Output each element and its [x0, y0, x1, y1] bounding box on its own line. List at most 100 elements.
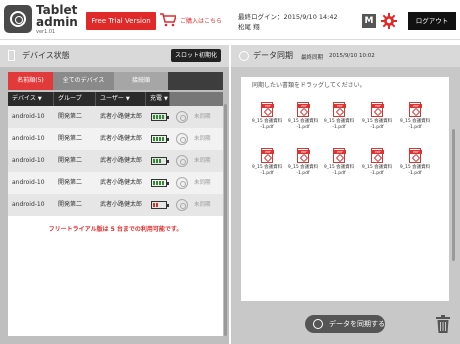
- last-login-text: 最終ログイン：2015/9/10 14:42: [238, 13, 338, 21]
- col-device-label: デバイス: [12, 95, 36, 102]
- purchase-link[interactable]: ご購入はこちら: [160, 11, 223, 31]
- col-battery[interactable]: 充電 ▼: [146, 92, 170, 106]
- user-name: 松尾 翔: [238, 23, 260, 31]
- table-row[interactable]: android-10 開発第二 武者小路健太郎 未同期: [8, 194, 223, 216]
- m-button[interactable]: M: [362, 14, 376, 28]
- tablet-icon: [8, 50, 15, 61]
- battery-icon: [151, 135, 169, 143]
- pdf-file[interactable]: PDF 9_15 会議資料 -1.pdf: [288, 148, 318, 188]
- trial-notice: フリートライアル版は 5 台までの利用可能です。: [48, 226, 183, 233]
- sync-icon: [313, 319, 323, 329]
- user-name-cell: 武者小路健太郎: [100, 113, 143, 120]
- user-name-cell: 武者小路健太郎: [100, 135, 143, 142]
- pdf-file[interactable]: PDF 9_15 会議資料 -1.pdf: [324, 148, 354, 188]
- pdf-file[interactable]: PDF 9_15 会議資料 -1.pdf: [362, 148, 392, 188]
- data-sync-panel: データ同期 最終同期 2015/9/10 10:02 同期したい書類をドラッグし…: [231, 45, 460, 344]
- sync-data-button[interactable]: データを同期する: [305, 315, 385, 333]
- drop-instruction: 同期したい書類をドラッグしてください。: [252, 82, 366, 89]
- user-name-cell: 武者小路健太郎: [100, 179, 143, 186]
- gear-icon[interactable]: [381, 13, 397, 29]
- file-name: 9_15 会議資料 -1.pdf: [251, 165, 283, 176]
- pdf-icon: PDF: [409, 148, 422, 163]
- pdf-icon: PDF: [297, 102, 310, 117]
- col-user-label: ユーザー: [100, 95, 124, 102]
- pdf-icon: PDF: [371, 148, 384, 163]
- pdf-file[interactable]: PDF 9_15 会議資料 -1.pdf: [252, 102, 282, 142]
- pdf-icon: PDF: [409, 102, 422, 117]
- device-name: android-10: [12, 113, 45, 120]
- device-table: デバイス ▼ グループ ユーザー ▼ 充電 ▼ android-10 開発第二 武者小路健…: [8, 92, 223, 336]
- col-user[interactable]: ユーザー ▼: [96, 92, 146, 106]
- group-name: 開発第二: [58, 135, 83, 142]
- file-name: 9_15 会議資料 -1.pdf: [323, 165, 355, 176]
- logout-button[interactable]: ログアウト: [408, 12, 456, 30]
- pdf-file[interactable]: PDF 9_15 会議資料 -1.pdf: [400, 102, 430, 142]
- battery-icon: [151, 113, 169, 121]
- sync-status-icon: [176, 177, 188, 189]
- app-header: Tablet admin ver1.01 Free Trial Version …: [0, 0, 460, 40]
- table-row[interactable]: android-10 開発第二 武者小路健太郎 未同期: [8, 128, 223, 150]
- device-status-title: デバイス状態: [22, 51, 70, 60]
- sort-icon: ▼: [164, 96, 168, 102]
- sync-button-label: データを同期する: [329, 320, 385, 328]
- purchase-label: ご購入はこちら: [180, 18, 223, 25]
- pdf-icon: PDF: [261, 148, 274, 163]
- group-name: 開発第二: [58, 113, 83, 120]
- pdf-icon: PDF: [333, 102, 346, 117]
- version-label: ver1.01: [36, 29, 56, 35]
- device-name: android-10: [12, 157, 45, 164]
- notice-area: フリートライアル版は 5 台までの利用可能です。: [8, 216, 223, 336]
- table-row[interactable]: android-10 開発第二 武者小路健太郎 未同期: [8, 106, 223, 128]
- tab-name-order[interactable]: 名前順(5): [8, 72, 53, 90]
- sync-status: 未同期: [194, 114, 211, 120]
- col-group-label: グループ: [58, 95, 82, 102]
- sync-status-icon: [176, 133, 188, 145]
- user-name-cell: 武者小路健太郎: [100, 157, 143, 164]
- battery-icon: [151, 157, 169, 165]
- table-row[interactable]: android-10 開発第二 武者小路健太郎 未同期: [8, 172, 223, 194]
- tab-empty[interactable]: [168, 72, 223, 90]
- device-status-panel: デバイス状態 スロット初期化 名前順(5) 全てのデバイス 接続順 デバイス ▼ …: [0, 45, 229, 344]
- drop-zone[interactable]: 同期したい書類をドラッグしてください。 PDF 9_15 会議資料 -1.pdf PD…: [241, 77, 455, 301]
- tab-connection-order[interactable]: 接続順: [114, 72, 168, 90]
- sync-status: 未同期: [194, 158, 211, 164]
- device-tabs: 名前順(5) 全てのデバイス 接続順: [8, 72, 223, 90]
- free-trial-button[interactable]: Free Trial Version: [86, 12, 156, 30]
- file-name: 9_15 会議資料 -1.pdf: [251, 119, 283, 130]
- sync-status: 未同期: [194, 202, 211, 208]
- table-header: デバイス ▼ グループ ユーザー ▼ 充電 ▼: [8, 92, 223, 106]
- login-info: 最終ログイン：2015/9/10 14:42 松尾 翔: [238, 12, 338, 32]
- sync-status-icon: [176, 111, 188, 123]
- tab-all-devices[interactable]: 全てのデバイス: [53, 72, 114, 90]
- pdf-icon: PDF: [333, 148, 346, 163]
- pdf-file[interactable]: PDF 9_15 会議資料 -1.pdf: [288, 102, 318, 142]
- file-name: 9_15 会議資料 -1.pdf: [287, 165, 319, 176]
- pdf-file[interactable]: PDF 9_15 会議資料 -1.pdf: [400, 148, 430, 188]
- group-name: 開発第二: [58, 201, 83, 208]
- pdf-icon: PDF: [297, 148, 310, 163]
- sync-status: 未同期: [194, 136, 211, 142]
- slot-reset-button[interactable]: スロット初期化: [171, 49, 221, 62]
- file-name: 9_15 会議資料 -1.pdf: [323, 119, 355, 130]
- file-name: 9_15 会議資料 -1.pdf: [399, 119, 431, 130]
- sync-status-icon: [176, 155, 188, 167]
- pdf-file[interactable]: PDF 9_15 会議資料 -1.pdf: [362, 102, 392, 142]
- sync-status-icon: [176, 199, 188, 211]
- trash-icon[interactable]: [436, 315, 450, 333]
- data-sync-header: データ同期 最終同期 2015/9/10 10:02: [231, 45, 460, 67]
- device-name: android-10: [12, 201, 45, 208]
- left-scrollbar[interactable]: [224, 104, 227, 336]
- drop-scrollbar[interactable]: [452, 129, 455, 261]
- brand: Tablet admin ver1.01: [36, 4, 78, 36]
- pdf-icon: PDF: [371, 102, 384, 117]
- sync-status: 未同期: [194, 180, 211, 186]
- col-device[interactable]: デバイス ▼: [8, 92, 54, 106]
- brand-subtitle: admin: [36, 15, 78, 29]
- pdf-file[interactable]: PDF 9_15 会議資料 -1.pdf: [252, 148, 282, 188]
- pdf-icon: PDF: [261, 102, 274, 117]
- col-group[interactable]: グループ: [54, 92, 96, 106]
- file-name: 9_15 会議資料 -1.pdf: [361, 165, 393, 176]
- last-sync-label: 最終同期: [301, 55, 324, 61]
- table-row[interactable]: android-10 開発第二 武者小路健太郎 未同期: [8, 150, 223, 172]
- pdf-file[interactable]: PDF 9_15 会議資料 -1.pdf: [324, 102, 354, 142]
